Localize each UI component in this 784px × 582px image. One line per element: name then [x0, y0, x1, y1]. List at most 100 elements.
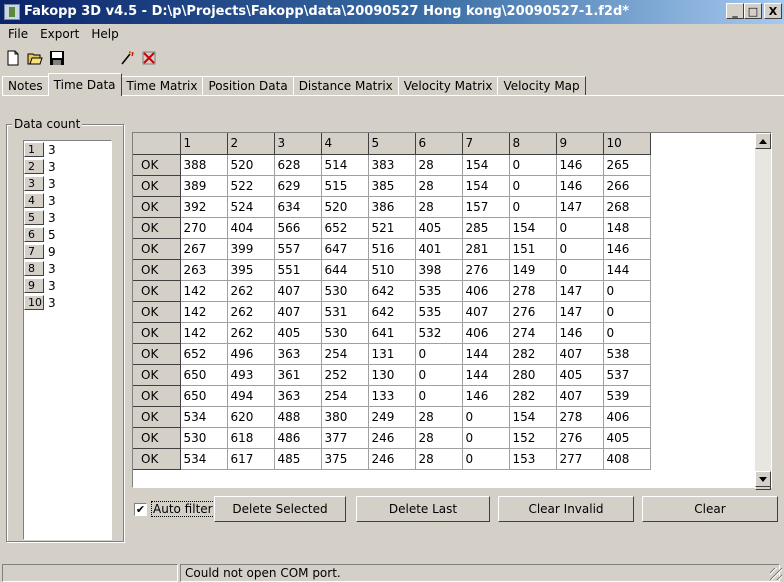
grid-cell[interactable]: 149	[509, 259, 557, 281]
grid-cell[interactable]: 285	[462, 217, 510, 239]
grid-cell[interactable]: 249	[368, 406, 416, 428]
grid-cell[interactable]: 142	[180, 280, 228, 302]
menu-file[interactable]: File	[2, 27, 34, 41]
grid-cell[interactable]: 538	[603, 343, 651, 365]
data-count-row[interactable]: 23	[24, 158, 111, 175]
grid-cell[interactable]: 28	[415, 196, 463, 218]
data-count-list[interactable]: 1 3 2 3 3 3 4 3 5 3 6 5 7 9 8 3 9 3 10 3	[23, 140, 112, 540]
grid-cell[interactable]: 144	[462, 343, 510, 365]
table-row[interactable]: OK 652 496 363 254 131 0 144 282 407 538	[133, 343, 770, 365]
grid-cell[interactable]: 0	[462, 448, 510, 470]
tab-time-matrix[interactable]: Time Matrix	[120, 76, 204, 96]
grid-cell[interactable]: 0	[603, 280, 651, 302]
grid-cell[interactable]: 262	[227, 322, 275, 344]
grid-cell[interactable]: 274	[509, 322, 557, 344]
grid-cell[interactable]: 531	[321, 301, 369, 323]
grid-column-header[interactable]: 10	[603, 133, 651, 155]
grid-cell[interactable]: 146	[556, 175, 604, 197]
grid-cell[interactable]: 268	[603, 196, 651, 218]
grid-cell[interactable]: 252	[321, 364, 369, 386]
delete-last-button[interactable]: Delete Last	[356, 496, 490, 522]
grid-cell[interactable]: 617	[227, 448, 275, 470]
grid-cell[interactable]: 493	[227, 364, 275, 386]
grid-cell[interactable]: 644	[321, 259, 369, 281]
grid-cell[interactable]: 28	[415, 406, 463, 428]
tab-velocity-map[interactable]: Velocity Map	[497, 76, 586, 96]
data-count-row[interactable]: 13	[24, 141, 111, 158]
clear-button[interactable]: Clear	[642, 496, 778, 522]
grid-cell[interactable]: 557	[274, 238, 322, 260]
grid-cell[interactable]: 522	[227, 175, 275, 197]
grid-column-header[interactable]: 4	[321, 133, 369, 155]
grid-cell[interactable]: 276	[462, 259, 510, 281]
table-row[interactable]: OK 270 404 566 652 521 405 285 154 0 148	[133, 217, 770, 239]
grid-cell[interactable]: 642	[368, 280, 416, 302]
grid-cell[interactable]: 363	[274, 343, 322, 365]
grid-cell[interactable]: 407	[556, 343, 604, 365]
grid-cell[interactable]: 530	[321, 280, 369, 302]
grid-cell[interactable]: 153	[509, 448, 557, 470]
grid-cell[interactable]: 406	[462, 322, 510, 344]
table-row[interactable]: OK 650 494 363 254 133 0 146 282 407 539	[133, 385, 770, 407]
grid-cell[interactable]: 0	[415, 364, 463, 386]
grid-cell[interactable]: 267	[180, 238, 228, 260]
grid-cell[interactable]: 398	[415, 259, 463, 281]
disconnect-button[interactable]	[138, 47, 160, 69]
grid-cell[interactable]: 142	[180, 322, 228, 344]
grid-cell[interactable]: 383	[368, 154, 416, 176]
menu-export[interactable]: Export	[34, 27, 85, 41]
title-bar[interactable]: Fakopp 3D v4.5 - D:\p\Projects\Fakopp\da…	[0, 0, 784, 24]
table-row[interactable]: OK 392 524 634 520 386 28 157 0 147 268	[133, 196, 770, 218]
grid-cell[interactable]: 0	[415, 385, 463, 407]
row-status-cell[interactable]: OK	[133, 175, 181, 197]
row-status-cell[interactable]: OK	[133, 364, 181, 386]
grid-cell[interactable]: 133	[368, 385, 416, 407]
grid-cell[interactable]: 386	[368, 196, 416, 218]
grid-column-header[interactable]: 3	[274, 133, 322, 155]
row-status-cell[interactable]: OK	[133, 259, 181, 281]
grid-cell[interactable]: 535	[415, 301, 463, 323]
auto-filter-checkbox[interactable]: ✔ Auto filter	[134, 500, 215, 518]
grid-cell[interactable]: 262	[227, 301, 275, 323]
grid-cell[interactable]: 0	[415, 343, 463, 365]
grid-cell[interactable]: 265	[603, 154, 651, 176]
grid-cell[interactable]: 521	[368, 217, 416, 239]
minimize-button[interactable]: _	[726, 3, 744, 19]
grid-cell[interactable]: 0	[462, 406, 510, 428]
table-row[interactable]: OK 389 522 629 515 385 28 154 0 146 266	[133, 175, 770, 197]
grid-cell[interactable]: 263	[180, 259, 228, 281]
grid-cell[interactable]: 407	[274, 301, 322, 323]
grid-cell[interactable]: 388	[180, 154, 228, 176]
grid-cell[interactable]: 147	[556, 280, 604, 302]
grid-cell[interactable]: 524	[227, 196, 275, 218]
grid-cell[interactable]: 375	[321, 448, 369, 470]
grid-cell[interactable]: 641	[368, 322, 416, 344]
grid-cell[interactable]: 0	[556, 259, 604, 281]
grid-cell[interactable]: 566	[274, 217, 322, 239]
grid-column-header[interactable]: 7	[462, 133, 510, 155]
clear-invalid-button[interactable]: Clear Invalid	[498, 496, 634, 522]
time-data-grid[interactable]: 1 2 3 4 5 6 7 8 9 10 OK 388 520 628 514 383 28 154 0 146 265…	[132, 132, 772, 488]
grid-cell[interactable]: 146	[556, 154, 604, 176]
grid-cell[interactable]: 488	[274, 406, 322, 428]
grid-cell[interactable]: 254	[321, 385, 369, 407]
grid-cell[interactable]: 401	[415, 238, 463, 260]
grid-cell[interactable]: 276	[556, 427, 604, 449]
grid-cell[interactable]: 0	[603, 322, 651, 344]
data-count-row[interactable]: 83	[24, 260, 111, 277]
grid-cell[interactable]: 0	[509, 196, 557, 218]
grid-cell[interactable]: 629	[274, 175, 322, 197]
tab-time-data[interactable]: Time Data	[47, 73, 122, 96]
grid-cell[interactable]: 246	[368, 427, 416, 449]
grid-cell[interactable]: 130	[368, 364, 416, 386]
grid-cell[interactable]: 650	[180, 364, 228, 386]
row-status-cell[interactable]: OK	[133, 154, 181, 176]
grid-cell[interactable]: 131	[368, 343, 416, 365]
grid-cell[interactable]: 652	[321, 217, 369, 239]
grid-cell[interactable]: 361	[274, 364, 322, 386]
grid-cell[interactable]: 399	[227, 238, 275, 260]
row-status-cell[interactable]: OK	[133, 280, 181, 302]
row-status-cell[interactable]: OK	[133, 427, 181, 449]
grid-cell[interactable]: 146	[603, 238, 651, 260]
new-file-button[interactable]	[2, 47, 24, 69]
